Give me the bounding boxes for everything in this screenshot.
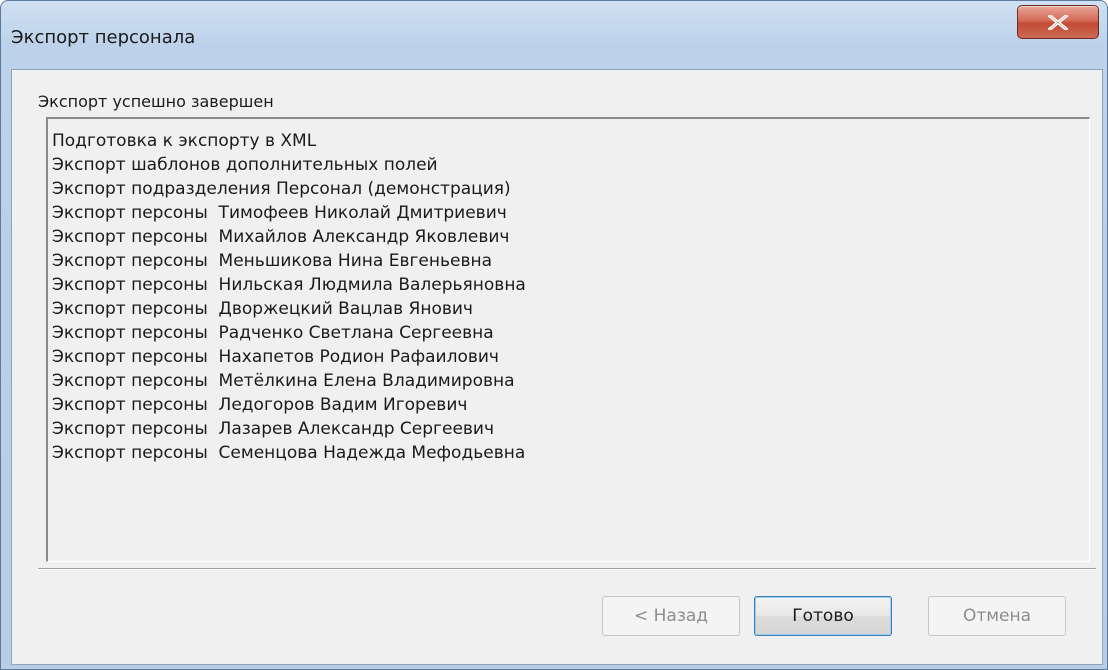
cancel-button[interactable]: Отмена — [928, 596, 1066, 636]
dialog-body: Экспорт успешно завершен Подготовка к эк… — [11, 69, 1103, 665]
log-line: Экспорт персоны Семенцова Надежда Мефодь… — [52, 443, 526, 463]
log-line: Экспорт персоны Дворжецкий Вацлав Янович — [52, 299, 473, 319]
log-line: Экспорт персоны Михайлов Александр Яковл… — [52, 227, 510, 247]
log-line: Экспорт персоны Метёлкина Елена Владимир… — [52, 371, 515, 391]
back-button[interactable]: < Назад — [602, 596, 740, 636]
log-line: Экспорт персоны Меньшикова Нина Евгеньев… — [52, 251, 492, 271]
log-line: Экспорт шаблонов дополнительных полей — [52, 155, 438, 175]
export-log[interactable]: Подготовка к экспорту в XML Экспорт шабл… — [46, 117, 1090, 562]
finish-button[interactable]: Готово — [754, 596, 892, 636]
log-line: Подготовка к экспорту в XML — [52, 131, 317, 151]
log-line: Экспорт персоны Нильская Людмила Валерья… — [52, 275, 526, 295]
log-line: Экспорт персоны Тимофеев Николай Дмитрие… — [52, 203, 507, 223]
close-button[interactable] — [1017, 5, 1099, 39]
log-line: Экспорт персоны Ледогоров Вадим Игоревич — [52, 395, 468, 415]
export-dialog: Экспорт персонала Экспорт успешно заверш… — [0, 0, 1108, 670]
status-label: Экспорт успешно завершен — [38, 92, 274, 111]
separator — [38, 568, 1096, 570]
log-line: Экспорт персоны Нахапетов Родион Рафаило… — [52, 347, 499, 367]
log-line: Экспорт подразделения Персонал (демонстр… — [52, 179, 511, 199]
close-icon — [1047, 15, 1069, 30]
log-line: Экспорт персоны Радченко Светлана Сергее… — [52, 323, 494, 343]
log-line: Экспорт персоны Лазарев Александр Сергее… — [52, 419, 495, 439]
window-title: Экспорт персонала — [11, 27, 196, 48]
